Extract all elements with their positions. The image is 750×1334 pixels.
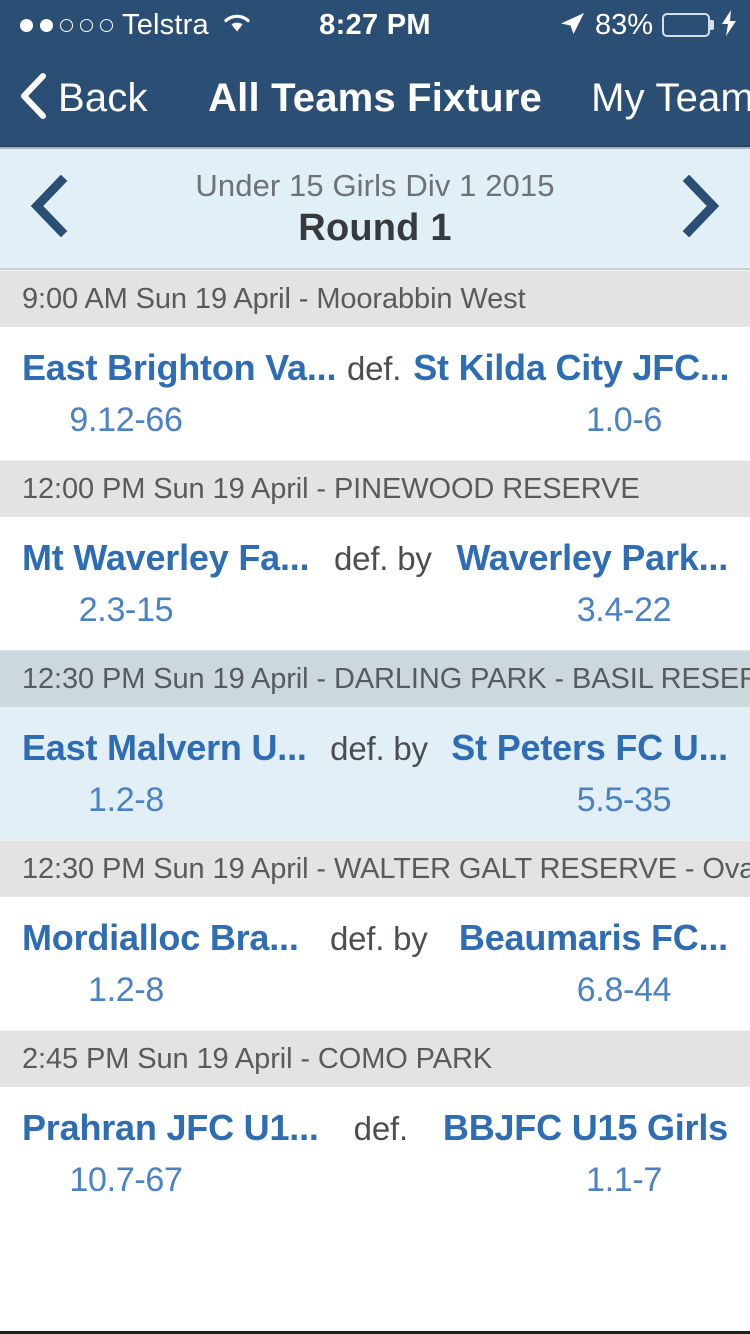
match-block[interactable]: 12:00 PM Sun 19 April - PINEWOOD RESERVE… [0, 460, 750, 650]
battery-icon [662, 13, 714, 37]
previous-round-button[interactable] [0, 174, 100, 242]
match-row[interactable]: East Malvern U... def. by St Peters FC U..… [0, 707, 750, 840]
match-header: 12:30 PM Sun 19 April - DARLING PARK - B… [0, 650, 750, 707]
chevron-left-icon [27, 174, 73, 242]
home-team-name[interactable]: Mordialloc Bra... [22, 917, 299, 959]
app-screen: Telstra 8:27 PM 83% Back All Teams Fixtu… [0, 0, 750, 1334]
home-team-score: 10.7-67 [69, 1161, 183, 1199]
match-result-label: def. by [330, 730, 428, 767]
match-header: 12:30 PM Sun 19 April - WALTER GALT RESE… [0, 840, 750, 897]
chevron-right-icon [677, 174, 723, 242]
match-row[interactable]: Mordialloc Bra... def. by Beaumaris FC... 1… [0, 897, 750, 1030]
match-teams: East Brighton Va... def. St Kilda City JFC… [22, 347, 728, 389]
match-block[interactable]: 12:30 PM Sun 19 April - WALTER GALT RESE… [0, 840, 750, 1030]
away-team-name[interactable]: St Peters FC U... [451, 727, 728, 769]
match-scores: 9.12-66 1.0-6 [22, 401, 728, 440]
match-row[interactable]: Mt Waverley Fa... def. by Waverley Park...… [0, 517, 750, 650]
match-scores: 2.3-15 3.4-22 [22, 591, 728, 630]
away-team-score: 6.8-44 [576, 971, 672, 1009]
next-round-button[interactable] [650, 174, 750, 242]
match-teams: East Malvern U... def. by St Peters FC U..… [22, 727, 728, 769]
back-button[interactable]: Back [0, 71, 148, 126]
season-label: Under 15 Girls Div 1 2015 [195, 168, 555, 203]
home-team-name[interactable]: Prahran JFC U1... [22, 1107, 319, 1149]
match-teams: Mordialloc Bra... def. by Beaumaris FC... [22, 917, 728, 959]
match-block[interactable]: 9:00 AM Sun 19 April - Moorabbin West Eas… [0, 270, 750, 460]
round-info: Under 15 Girls Div 1 2015 Round 1 [100, 170, 650, 247]
match-scores: 1.2-8 5.5-35 [22, 781, 728, 820]
home-team-name[interactable]: East Brighton Va... [22, 347, 335, 389]
away-team-name[interactable]: BBJFC U15 Girls [443, 1107, 728, 1149]
match-header: 12:00 PM Sun 19 April - PINEWOOD RESERVE [0, 460, 750, 517]
home-team-name[interactable]: Mt Waverley Fa... [22, 537, 309, 579]
away-team-score: 3.4-22 [576, 591, 672, 629]
home-team-score: 1.2-8 [88, 781, 164, 819]
match-teams: Mt Waverley Fa... def. by Waverley Park... [22, 537, 728, 579]
home-team-score: 9.12-66 [69, 401, 183, 439]
match-result-label: def. [353, 1110, 408, 1147]
away-team-score: 1.0-6 [586, 401, 662, 439]
away-team-name[interactable]: St Kilda City JFC... [413, 347, 728, 389]
home-team-score: 2.3-15 [78, 591, 174, 629]
match-result-label: def. [346, 350, 402, 387]
match-block[interactable]: 2:45 PM Sun 19 April - COMO PARK Prahran … [0, 1030, 750, 1220]
match-result-label: def. by [329, 920, 428, 957]
away-team-name[interactable]: Beaumaris FC... [459, 917, 728, 959]
match-header: 2:45 PM Sun 19 April - COMO PARK [0, 1030, 750, 1087]
back-button-label: Back [58, 75, 148, 120]
away-team-score: 5.5-35 [576, 781, 672, 819]
status-bar: Telstra 8:27 PM 83% [0, 0, 750, 50]
match-block[interactable]: 12:30 PM Sun 19 April - DARLING PARK - B… [0, 650, 750, 840]
match-teams: Prahran JFC U1... def. BBJFC U15 Girls [22, 1107, 728, 1149]
match-header: 9:00 AM Sun 19 April - Moorabbin West [0, 270, 750, 327]
round-selector: Under 15 Girls Div 1 2015 Round 1 [0, 147, 750, 270]
away-team-name[interactable]: Waverley Park... [456, 537, 728, 579]
home-team-score: 1.2-8 [88, 971, 164, 1009]
match-scores: 1.2-8 6.8-44 [22, 971, 728, 1010]
home-team-name[interactable]: East Malvern U... [22, 727, 307, 769]
fixture-list[interactable]: 9:00 AM Sun 19 April - Moorabbin West Eas… [0, 270, 750, 1334]
match-scores: 10.7-67 1.1-7 [22, 1161, 728, 1200]
away-team-score: 1.1-7 [586, 1161, 662, 1199]
chevron-left-icon [18, 71, 48, 126]
navigation-bar: Back All Teams Fixture My Team [0, 50, 750, 147]
round-label: Round 1 [298, 207, 452, 249]
match-result-label: def. by [334, 540, 432, 577]
match-row[interactable]: East Brighton Va... def. St Kilda City JFC… [0, 327, 750, 460]
my-team-button[interactable]: My Team [591, 76, 750, 121]
status-bar-time: 8:27 PM [319, 8, 431, 41]
match-row[interactable]: Prahran JFC U1... def. BBJFC U15 Girls 10.7… [0, 1087, 750, 1220]
